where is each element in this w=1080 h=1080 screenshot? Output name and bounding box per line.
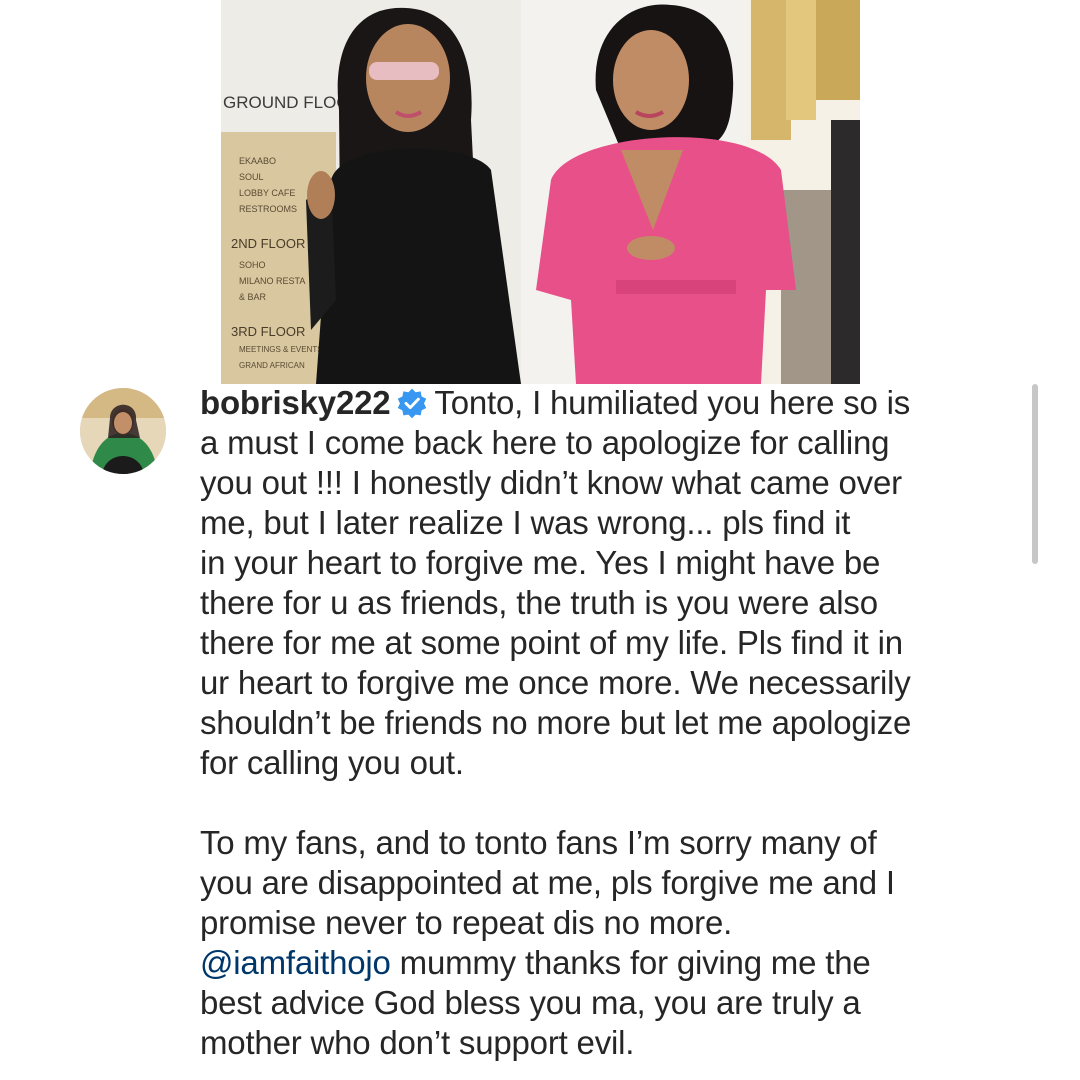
caption-line: shouldn’t be friends no more but let me … <box>200 704 912 741</box>
verified-badge-icon <box>398 388 427 419</box>
caption-line: a must I come back here to apologize for… <box>200 424 890 461</box>
caption-line: for calling you out. <box>200 744 464 781</box>
floor-sign-item: MILANO RESTA <box>239 276 305 286</box>
caption-line: best advice God bless you ma, you are tr… <box>200 984 861 1021</box>
caption-line: there for me at some point of my life. P… <box>200 624 903 661</box>
caption-text: Tonto, I humiliated you here so is <box>434 384 911 421</box>
floor-sign-heading: 3RD FLOOR <box>231 324 305 339</box>
caption-line: bobrisky222 Tonto, I humiliated you here… <box>200 383 960 423</box>
caption-line: promise never to repeat dis no more. <box>200 904 733 941</box>
floor-sign-item: SOUL <box>239 172 264 182</box>
floor-sign-item: LOBBY CAFE <box>239 188 295 198</box>
username-link[interactable]: bobrisky222 <box>200 384 391 421</box>
avatar-image <box>80 388 166 474</box>
caption-line: To my fans, and to tonto fans I’m sorry … <box>200 824 877 861</box>
mention-link[interactable]: @iamfaithojo <box>200 944 391 981</box>
post-caption: bobrisky222 Tonto, I humiliated you here… <box>200 383 960 1063</box>
floor-sign-heading: 2ND FLOOR <box>231 236 305 251</box>
floor-sign-item: GRAND AFRICAN <box>239 361 305 370</box>
caption-line: ur heart to forgive me once more. We nec… <box>200 664 911 701</box>
caption-line: there for u as friends, the truth is you… <box>200 584 878 621</box>
caption-line: @iamfaithojo mummy thanks for giving me … <box>200 943 960 983</box>
caption-line: in your heart to forgive me. Yes I might… <box>200 544 881 581</box>
floor-sign-item: MEETINGS & EVENTS <box>239 345 323 354</box>
photo-illustration: GROUND FLOOR EKAABO SOUL LOBBY CAFE REST… <box>221 0 860 384</box>
caption-text: mummy thanks for giving me the <box>390 944 871 981</box>
floor-sign-item: SOHO <box>239 260 266 270</box>
avatar[interactable] <box>80 388 166 474</box>
caption-line: me, but I later realize I was wrong... p… <box>200 504 851 541</box>
floor-sign-item: EKAABO <box>239 156 276 166</box>
caption-line: you out !!! I honestly didn’t know what … <box>200 464 902 501</box>
scrollbar-thumb[interactable] <box>1032 384 1038 564</box>
post-photo[interactable]: GROUND FLOOR EKAABO SOUL LOBBY CAFE REST… <box>221 0 860 384</box>
floor-sign-item: RESTROOMS <box>239 204 297 214</box>
caption-line: you are disappointed at me, pls forgive … <box>200 864 895 901</box>
caption-line: mother who don’t support evil. <box>200 1024 635 1061</box>
floor-sign-item: & BAR <box>239 292 267 302</box>
